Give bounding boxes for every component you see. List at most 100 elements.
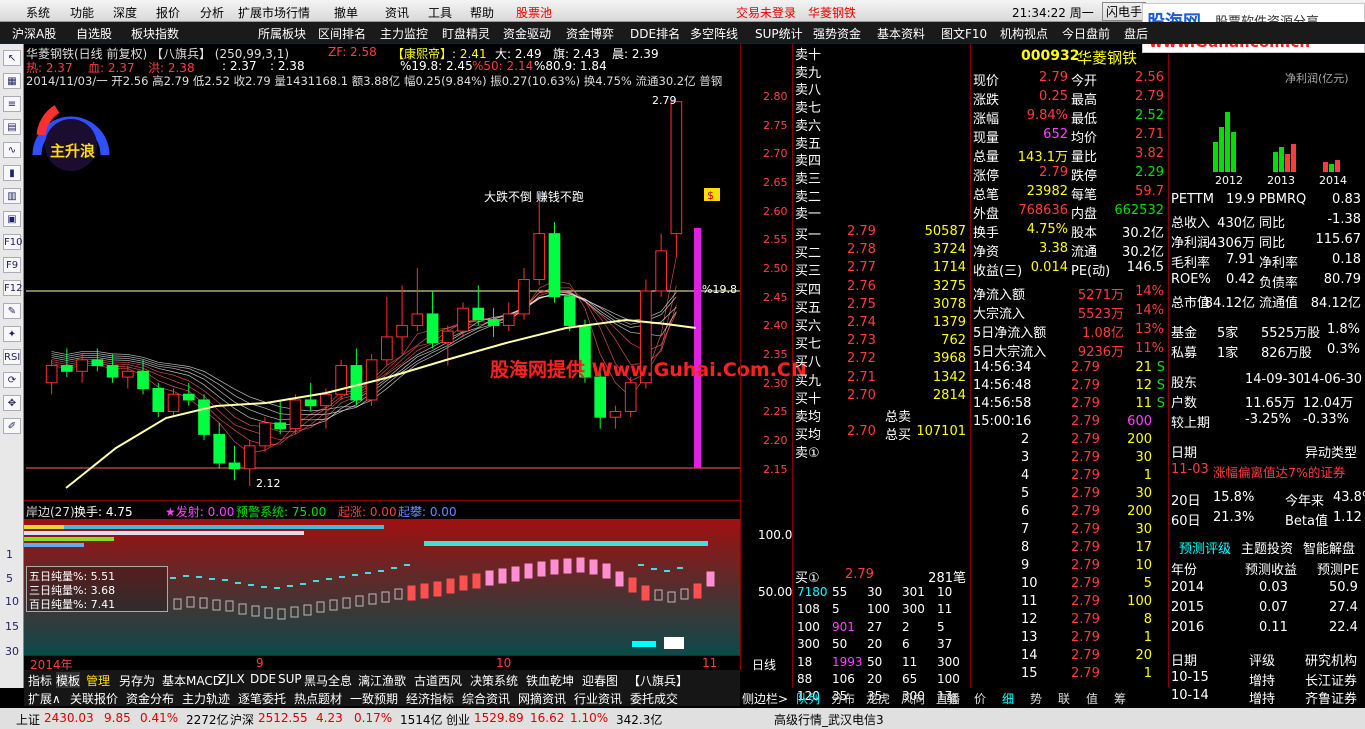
flash-trade-button[interactable]: 闪电手 [1102,2,1147,21]
line-icon[interactable]: ∿ [3,142,21,158]
toolbar-item[interactable]: 盘后 [1124,25,1148,42]
tab-dde[interactable]: DDE [250,672,276,686]
tab-baqibing[interactable]: 【八旗兵】 [628,672,688,689]
panel-tab[interactable]: 价 [974,690,986,707]
panel-tab[interactable]: 风向 [901,690,925,707]
tab-tiexue[interactable]: 铁血乾坤 [526,672,574,689]
tab-indicator[interactable]: 指标 [28,672,52,689]
fund-tab[interactable]: 智能解盘 [1303,538,1355,557]
move-icon[interactable]: ✥ [3,395,21,411]
bid-price[interactable]: 2.77 [847,260,876,275]
bid-price[interactable]: 2.75 [847,297,876,312]
panel-tab[interactable]: 联 [1058,690,1070,707]
menu-news[interactable]: 资讯 [385,4,409,21]
menu-quote[interactable]: 报价 [156,4,180,21]
table-icon[interactable]: ▤ [3,119,21,135]
event-date[interactable]: 11-03 [1171,462,1209,477]
index-cy-label[interactable]: 创业 [446,711,470,728]
menu-cancel-order[interactable]: 撤单 [334,4,358,21]
pen-icon[interactable]: ✐ [3,418,21,434]
bid-price[interactable]: 2.78 [847,242,876,257]
toolbar-item[interactable]: 区间排名 [318,25,366,42]
tab-sup[interactable]: SUP [278,672,302,686]
bid-price[interactable]: 2.73 [847,333,876,348]
menu-stock-pool[interactable]: 股票池 [516,4,552,21]
list-icon[interactable]: ≡ [3,96,21,112]
menu-ext-market[interactable]: 扩展市场行情 [238,4,310,21]
refresh-icon[interactable]: ⟳ [3,372,21,388]
toolbar-item[interactable]: 所属板块 [258,25,306,42]
tab-news[interactable]: 综合资讯 [462,690,510,707]
bid-price[interactable]: 2.79 [847,224,876,239]
tab-save-as[interactable]: 另存为 [119,672,155,689]
tab-industry[interactable]: 行业资讯 [574,690,622,707]
tab-econ[interactable]: 经济指标 [406,690,454,707]
panel-tab[interactable]: 值 [1086,690,1098,707]
toolbar-item[interactable]: DDE排名 [630,25,680,42]
menu-analysis[interactable]: 分析 [200,4,224,21]
tab-decision[interactable]: 决策系统 [470,672,518,689]
toolbar-item[interactable]: 今日盘前 [1062,25,1110,42]
tab-capital-dist[interactable]: 资金分布 [126,690,174,707]
f12-icon[interactable]: F12 [3,280,22,296]
index-sh-label[interactable]: 上证 [16,711,40,728]
tab-manage[interactable]: 管理 [86,672,110,689]
star-icon[interactable]: ✦ [3,326,21,342]
tab-macd[interactable]: 基本MACD [162,672,222,689]
menu-system[interactable]: 系统 [26,4,50,21]
toolbar-item[interactable]: 资金驱动 [503,25,551,42]
tab-related[interactable]: 关联报价 [70,690,118,707]
tab-orders[interactable]: 逐笔委托 [238,690,286,707]
panel-tab[interactable]: 笔 [946,690,958,707]
toolbar-item[interactable]: 沪深A股 [12,25,56,42]
tab-zjlx[interactable]: ZJLX [218,672,245,686]
toolbar-item[interactable]: 盯盘精灵 [442,25,490,42]
f9-icon[interactable]: F9 [3,257,21,273]
panel-tab[interactable]: 势 [1030,690,1042,707]
tab-web-news[interactable]: 网摘资讯 [518,690,566,707]
fund-tab[interactable]: 主题投资 [1241,538,1293,557]
grid-icon[interactable]: ▦ [3,73,21,89]
price-chart[interactable]: $ [26,88,740,500]
menu-function[interactable]: 功能 [70,4,94,21]
server-name[interactable]: 高级行情_武汉电信3 [774,711,884,728]
toolbar-item[interactable]: 自选股 [76,25,112,42]
menu-tools[interactable]: 工具 [428,4,452,21]
toolbar-item[interactable]: 基本资料 [877,25,925,42]
toolbar-item[interactable]: 图文F10 [941,25,987,42]
event-text[interactable]: 涨幅偏离值达7%的证券 [1213,462,1345,481]
toolbar-item[interactable]: SUP统计 [755,25,803,42]
fund-tab[interactable]: 预测评级 [1179,538,1231,557]
login-status[interactable]: 交易未登录 [736,4,796,21]
menu-depth[interactable]: 深度 [113,4,137,21]
info-icon[interactable]: ▣ [3,211,21,227]
toolbar-item[interactable]: 主力监控 [380,25,428,42]
panel-tab[interactable]: 分布 [831,690,855,707]
bid-price[interactable]: 2.76 [847,279,876,294]
menu-help[interactable]: 帮助 [470,4,494,21]
tab-yingchun[interactable]: 迎春图 [582,672,618,689]
sidebar-toggle[interactable]: 侧边栏> [742,690,788,707]
index-sz-label[interactable]: 沪深 [230,711,254,728]
toolbar-item[interactable]: 板块指数 [131,25,179,42]
tab-main-track[interactable]: 主力轨迹 [182,690,230,707]
bid-price[interactable]: 2.71 [847,370,876,385]
bid-price[interactable]: 2.72 [847,351,876,366]
tab-template[interactable]: 模板 [56,672,81,689]
bid-price[interactable]: 2.74 [847,315,876,330]
tab-expand[interactable]: 扩展∧ [28,690,61,707]
toolbar-item[interactable]: 资金博弈 [566,25,614,42]
note-icon[interactable]: ✎ [3,303,21,319]
cursor-icon[interactable]: ↖ [3,50,21,66]
panel-tab[interactable]: 队列 [796,690,820,707]
tab-consensus[interactable]: 一致预期 [350,690,398,707]
bid-price[interactable]: 2.70 [847,388,876,403]
tab-hot[interactable]: 热点题材 [294,690,342,707]
kline-icon[interactable]: ▮ [3,165,21,181]
tab-lijiang[interactable]: 漓江渔歌 [358,672,406,689]
tab-trades[interactable]: 委托成交 [630,690,678,707]
toolbar-item[interactable]: 机构视点 [1000,25,1048,42]
tab-heima[interactable]: 黑马全息 [304,672,352,689]
toolbar-item[interactable]: 多空阵线 [690,25,738,42]
toolbar-item[interactable]: 强势资金 [813,25,861,42]
